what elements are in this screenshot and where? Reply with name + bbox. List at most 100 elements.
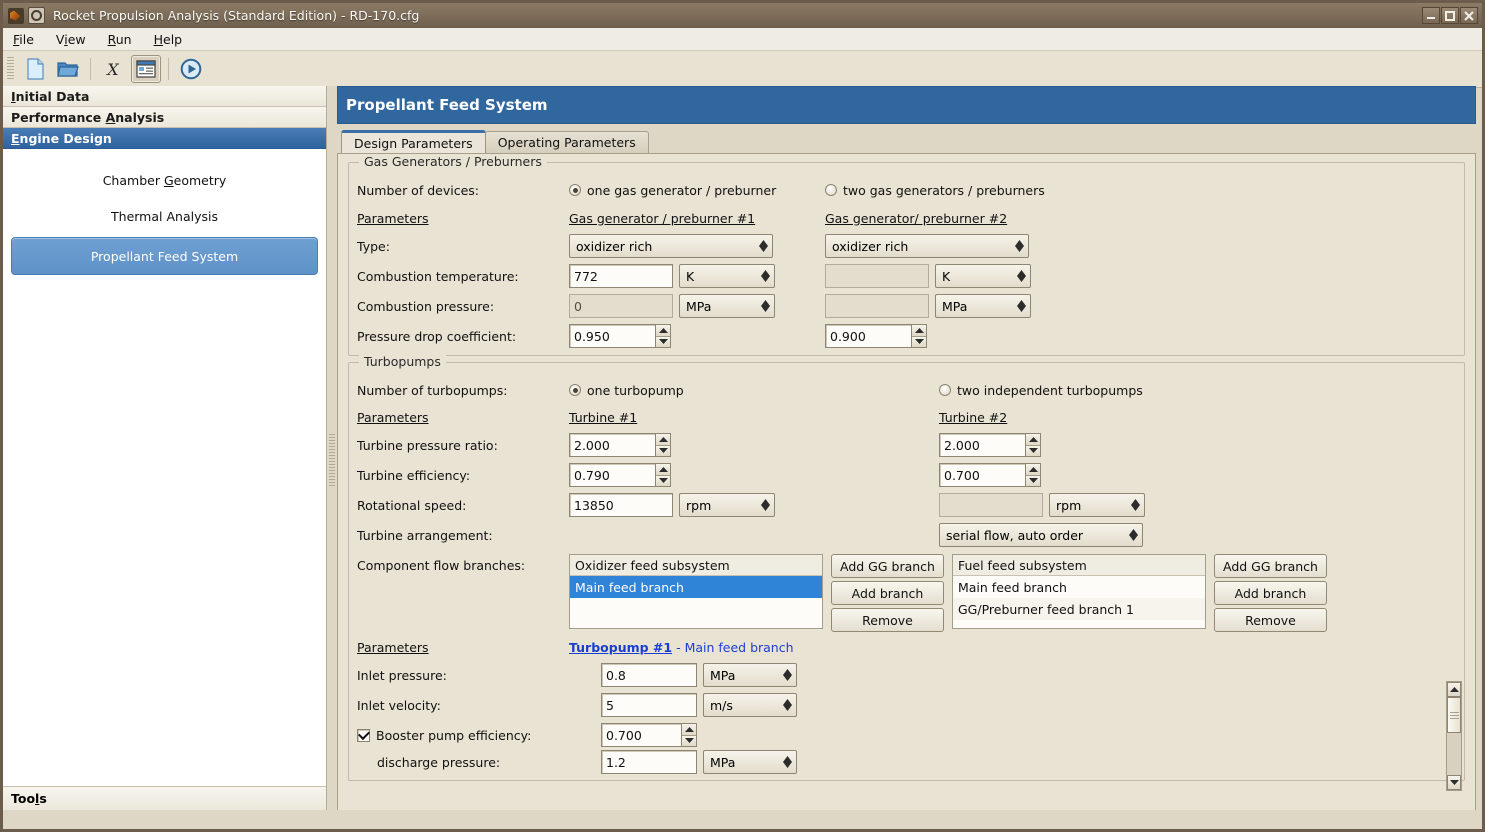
checkbox-booster-pump-efficiency-box <box>357 728 370 742</box>
window-menu-icon[interactable] <box>28 7 45 24</box>
toolbar-separator-2 <box>168 58 169 80</box>
sidebar-item-thermal-analysis[interactable]: Thermal Analysis <box>11 201 318 231</box>
select-inlet-pressure-unit[interactable]: MPa <box>703 663 797 687</box>
spinner-gg1-pressure-drop[interactable]: 0.950 <box>569 324 825 348</box>
title-bar: Rocket Propulsion Analysis (Standard Edi… <box>3 3 1482 28</box>
row-turbine-efficiency: Turbine efficiency: 0.790 0.700 <box>357 460 1456 490</box>
spinner-gg2-pressure-drop[interactable]: 0.900 <box>825 324 927 348</box>
maximize-icon[interactable] <box>1441 7 1459 24</box>
spinner-down-icon[interactable] <box>656 475 670 486</box>
spinner-up-icon[interactable] <box>656 434 670 446</box>
page-title: Propellant Feed System <box>337 86 1476 124</box>
spinner-down-icon[interactable] <box>912 336 926 347</box>
input-gg2-combustion-temperature[interactable] <box>825 264 929 288</box>
chevron-updown-icon <box>1129 529 1138 541</box>
spinner-turbine2-efficiency[interactable]: 0.700 <box>939 463 1041 487</box>
spinner-down-icon[interactable] <box>656 336 670 347</box>
select-gg2-type[interactable]: oxidizer rich <box>825 234 1029 258</box>
chevron-updown-icon <box>1017 270 1026 282</box>
scrollbar-thumb[interactable] <box>1447 697 1461 733</box>
spinner-up-icon[interactable] <box>1026 434 1040 446</box>
group-gas-generators: Gas Generators / Preburners Number of de… <box>348 154 1465 356</box>
run-play-icon[interactable] <box>176 55 206 83</box>
detail-scrollbar[interactable] <box>1446 681 1462 791</box>
select-gg1-temperature-unit[interactable]: K <box>679 264 775 288</box>
menu-file[interactable]: File <box>13 32 34 47</box>
spinner-booster-pump-efficiency[interactable]: 0.700 <box>601 723 697 747</box>
tab-operating-parameters[interactable]: Operating Parameters <box>484 131 649 153</box>
add-branch-oxidizer-button[interactable]: Add branch <box>831 581 944 605</box>
radio-one-turbopump[interactable]: one turbopump <box>569 383 939 398</box>
sidebar-section-performance-analysis[interactable]: Performance Analysis <box>3 107 326 128</box>
input-gg1-combustion-temperature[interactable]: 772 <box>569 264 673 288</box>
toolbar-grip[interactable] <box>7 57 14 81</box>
select-inlet-velocity-unit[interactable]: m/s <box>703 693 797 717</box>
input-inlet-pressure-value: 0.8 <box>606 667 626 683</box>
add-branch-fuel-button[interactable]: Add branch <box>1213 581 1327 605</box>
sidebar: Initial Data Performance Analysis Engine… <box>3 86 327 829</box>
scrollbar-track[interactable] <box>1447 697 1461 775</box>
scroll-down-icon[interactable] <box>1447 775 1461 790</box>
spinner-down-icon[interactable] <box>1026 475 1040 486</box>
export-x-icon[interactable]: X <box>98 55 128 83</box>
list-oxidizer-feed-subsystem[interactable]: Oxidizer feed subsystem Main feed branch <box>569 554 823 629</box>
select-turbine-arrangement[interactable]: serial flow, auto order <box>939 523 1143 547</box>
input-gg1-combustion-pressure[interactable]: 0 <box>569 294 673 318</box>
radio-two-gas-generators[interactable]: two gas generators / preburners <box>825 183 1045 198</box>
select-discharge-pressure-unit[interactable]: MPa <box>703 750 797 774</box>
input-turbine2-rotational-speed[interactable] <box>939 493 1043 517</box>
menu-help[interactable]: Help <box>154 32 183 47</box>
add-gg-branch-oxidizer-button[interactable]: Add GG branch <box>831 554 944 578</box>
input-gg2-combustion-pressure[interactable] <box>825 294 929 318</box>
list-item[interactable]: GG/Preburner feed branch 1 <box>952 598 1205 620</box>
sidebar-item-chamber-geometry[interactable]: Chamber Geometry <box>11 165 318 195</box>
list-item[interactable]: Main feed branch <box>570 576 822 598</box>
select-gg2-temperature-unit[interactable]: K <box>935 264 1031 288</box>
scroll-up-icon[interactable] <box>1447 682 1461 697</box>
select-gg1-type[interactable]: oxidizer rich <box>569 234 773 258</box>
select-gg2-pressure-unit[interactable]: MPa <box>935 294 1031 318</box>
tab-design-parameters[interactable]: Design Parameters <box>341 130 486 153</box>
spinner-turbine1-efficiency[interactable]: 0.790 <box>569 463 939 487</box>
radio-two-turbopumps[interactable]: two independent turbopumps <box>939 383 1143 398</box>
minimize-icon[interactable] <box>1422 7 1440 24</box>
input-inlet-pressure[interactable]: 0.8 <box>601 663 697 687</box>
select-gg1-pressure-unit[interactable]: MPa <box>679 294 775 318</box>
list-fuel-feed-subsystem[interactable]: Fuel feed subsystem Main feed branch GG/… <box>951 554 1206 629</box>
sidebar-section-tools[interactable]: Tools <box>3 786 326 810</box>
spinner-down-icon[interactable] <box>682 735 696 746</box>
sidebar-splitter[interactable] <box>327 86 337 829</box>
add-gg-branch-fuel-button[interactable]: Add GG branch <box>1213 554 1327 578</box>
sidebar-section-initial-data[interactable]: Initial Data <box>3 86 326 107</box>
row-gg-type: Type: oxidizer rich oxidizer rich <box>357 231 1456 261</box>
radio-one-gas-generator[interactable]: one gas generator / preburner <box>569 183 825 198</box>
menu-run[interactable]: Run <box>108 32 132 47</box>
spinner-turbine2-pressure-ratio[interactable]: 2.000 <box>939 433 1041 457</box>
spinner-up-icon[interactable] <box>912 325 926 337</box>
properties-list-icon[interactable] <box>131 55 161 83</box>
label-booster-pump-efficiency: Booster pump efficiency: <box>376 727 532 743</box>
spinner-up-icon[interactable] <box>656 325 670 337</box>
menu-view[interactable]: View <box>56 32 86 47</box>
branch-link[interactable]: Turbopump #1 - Main feed branch <box>569 640 794 655</box>
sidebar-item-propellant-feed-system[interactable]: Propellant Feed System <box>11 237 318 275</box>
input-discharge-pressure[interactable]: 1.2 <box>601 750 697 774</box>
sidebar-section-engine-design[interactable]: Engine Design <box>3 128 326 149</box>
input-turbine1-rotational-speed[interactable]: 13850 <box>569 493 673 517</box>
select-turbine1-speed-unit[interactable]: rpm <box>679 493 775 517</box>
spinner-turbine1-pressure-ratio[interactable]: 2.000 <box>569 433 939 457</box>
spinner-up-icon[interactable] <box>656 464 670 476</box>
spinner-down-icon[interactable] <box>1026 445 1040 456</box>
spinner-up-icon[interactable] <box>682 724 696 736</box>
remove-branch-oxidizer-button[interactable]: Remove <box>831 608 944 632</box>
spinner-down-icon[interactable] <box>656 445 670 456</box>
checkbox-booster-pump-efficiency[interactable]: Booster pump efficiency: <box>357 728 601 743</box>
remove-branch-fuel-button[interactable]: Remove <box>1213 608 1327 632</box>
open-folder-icon[interactable] <box>53 55 83 83</box>
close-icon[interactable] <box>1460 7 1478 24</box>
new-file-icon[interactable] <box>20 55 50 83</box>
select-turbine2-speed-unit[interactable]: rpm <box>1049 493 1145 517</box>
list-item[interactable]: Main feed branch <box>953 576 1205 598</box>
input-inlet-velocity[interactable]: 5 <box>601 693 697 717</box>
spinner-up-icon[interactable] <box>1026 464 1040 476</box>
